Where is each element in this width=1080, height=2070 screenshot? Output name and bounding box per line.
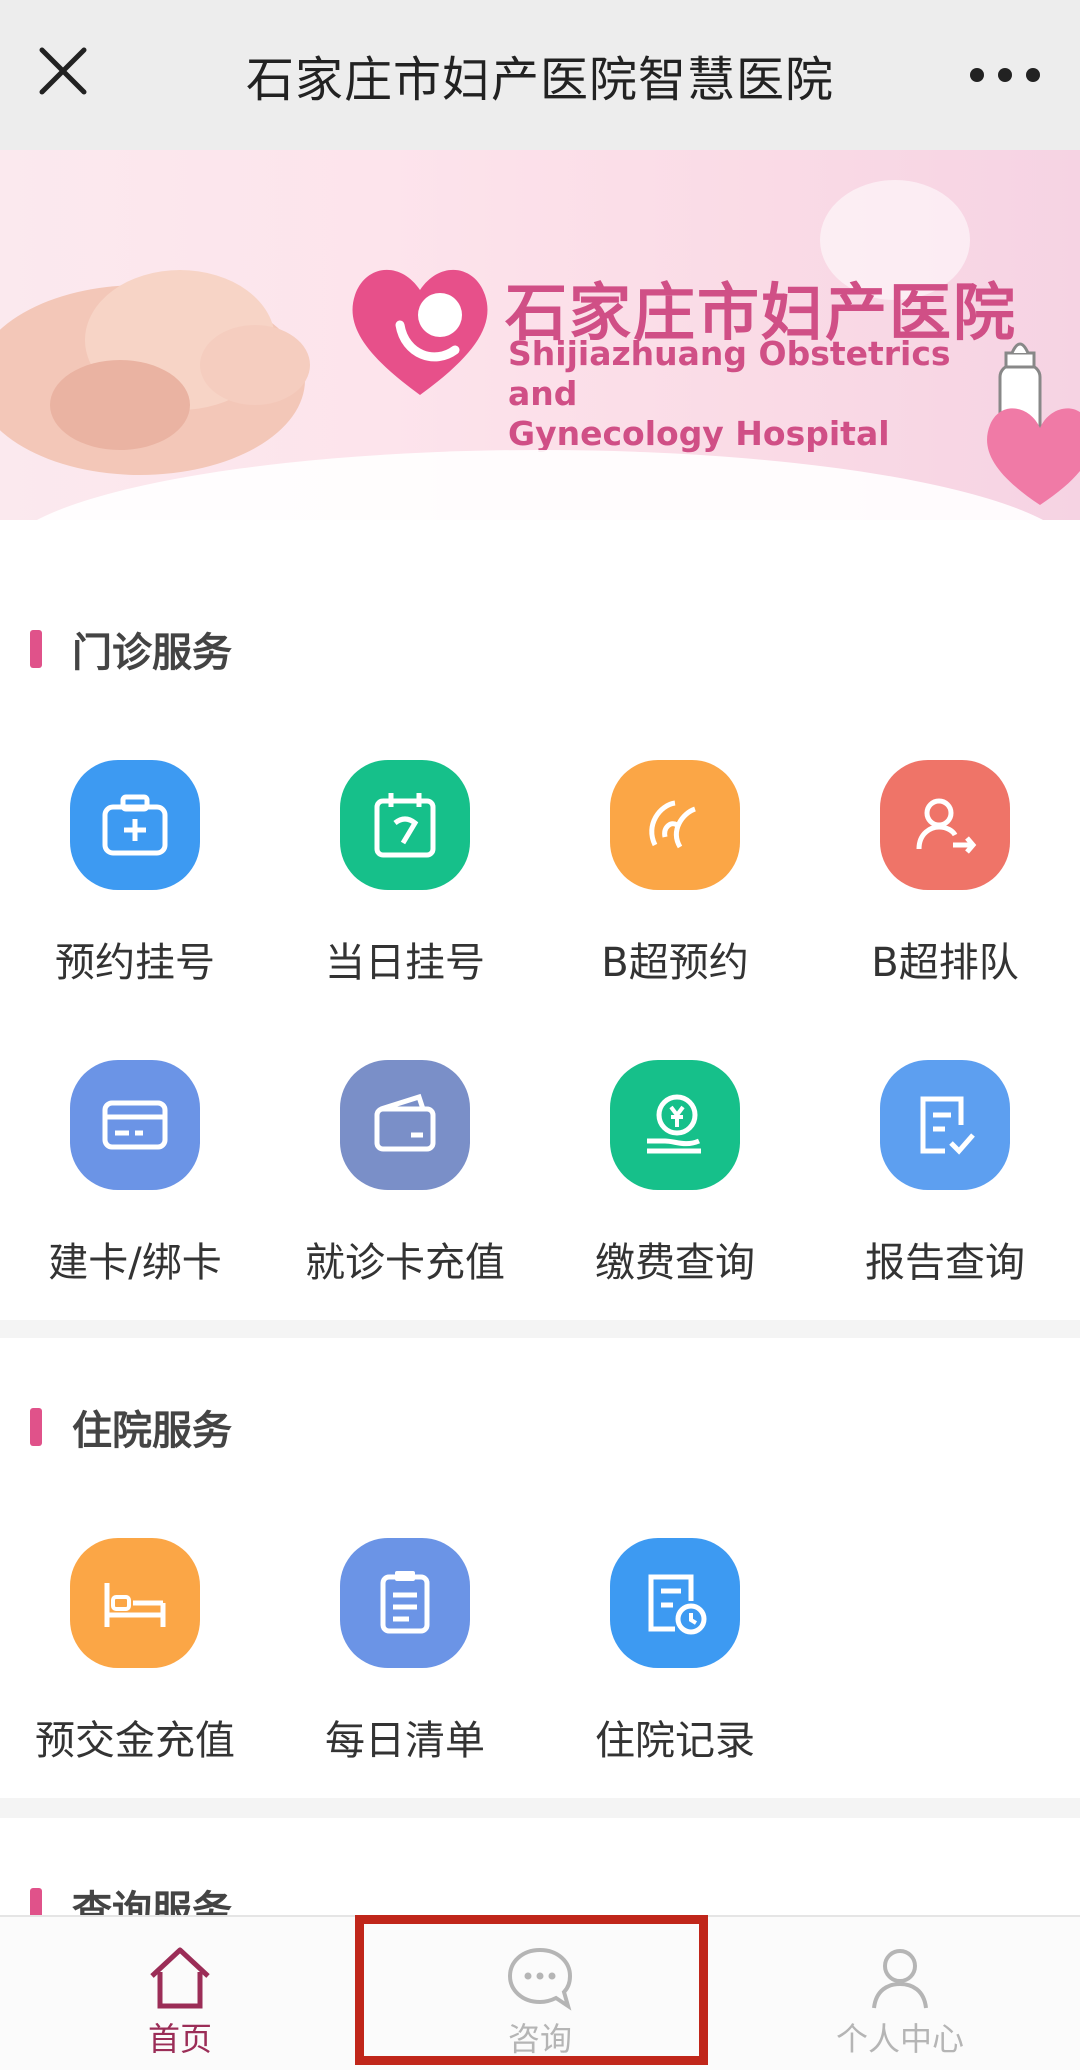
item-label: 每日清单	[325, 1718, 485, 1764]
payment-query-button[interactable]: 缴费查询	[540, 1060, 810, 1288]
record-icon	[610, 1538, 740, 1668]
daily-list-button[interactable]: 每日清单	[270, 1538, 540, 1766]
ultrasound-appointment-button[interactable]: B超预约	[540, 760, 810, 988]
section-title-text: 住院服务	[72, 1408, 232, 1454]
report-icon	[880, 1060, 1010, 1190]
card-icon	[70, 1060, 200, 1190]
hospital-logo-icon	[352, 269, 488, 395]
item-label: 住院记录	[595, 1718, 755, 1764]
section-title-outpatient: 门诊服务	[30, 620, 232, 678]
deposit-recharge-button[interactable]: 预交金充值	[0, 1538, 270, 1766]
calendar-icon	[340, 760, 470, 890]
section-title-text: 门诊服务	[72, 630, 232, 676]
inpatient-services-card: 住院服务 预交金充值 每日清单 住院记录	[0, 1338, 1080, 1798]
report-query-button[interactable]: 报告查询	[810, 1060, 1080, 1288]
item-label: B超预约	[601, 940, 749, 986]
tab-profile[interactable]: 个人中心	[720, 1917, 1080, 2070]
outpatient-services-card: 门诊服务 预约挂号 当日挂号 B超预约 B超排队 建卡/绑卡 就诊卡充值 缴费查…	[0, 520, 1080, 1320]
item-label: 建卡/绑卡	[48, 1240, 222, 1286]
item-label: 就诊卡充值	[305, 1240, 505, 1286]
hospital-name-en: Shijiazhuang Obstetrics and Gynecology H…	[508, 334, 1028, 454]
medical-kit-icon	[70, 760, 200, 890]
item-label: 缴费查询	[595, 1240, 755, 1286]
bed-icon	[70, 1538, 200, 1668]
section-title-inpatient: 住院服务	[30, 1398, 232, 1456]
hospital-name-en-line1: Shijiazhuang Obstetrics and	[508, 334, 951, 413]
hospitalization-record-button[interactable]: 住院记录	[540, 1538, 810, 1766]
same-day-registration-button[interactable]: 当日挂号	[270, 760, 540, 988]
wallet-icon	[340, 1060, 470, 1190]
top-navigation-bar: 石家庄市妇产医院智慧医院	[0, 0, 1080, 150]
clipboard-icon	[340, 1538, 470, 1668]
more-options-icon[interactable]	[970, 60, 1040, 90]
item-label: 预交金充值	[35, 1718, 235, 1764]
section-marker	[30, 1408, 42, 1446]
tab-home-label: 首页	[147, 2020, 212, 2058]
ultrasound-icon	[610, 760, 740, 890]
chat-bubble-icon	[507, 1947, 573, 2011]
tab-consult[interactable]: 咨询	[360, 1917, 720, 2070]
tab-consult-label: 咨询	[507, 2020, 572, 2058]
close-icon[interactable]	[32, 40, 94, 102]
hospital-banner[interactable]: 石家庄市妇产医院 Shijiazhuang Obstetrics and Gyn…	[0, 150, 1080, 520]
appointment-registration-button[interactable]: 预约挂号	[0, 760, 270, 988]
hospital-name-en-line2: Gynecology Hospital	[508, 414, 890, 453]
queue-icon	[880, 760, 1010, 890]
user-icon	[872, 1949, 928, 2009]
payment-icon	[610, 1060, 740, 1190]
bottom-tab-bar: 首页 咨询 个人中心	[0, 1915, 1080, 2070]
ultrasound-queue-button[interactable]: B超排队	[810, 760, 1080, 988]
section-marker	[30, 630, 42, 668]
heart-decoration	[987, 408, 1080, 505]
home-icon	[150, 1947, 210, 2009]
create-bind-card-button[interactable]: 建卡/绑卡	[0, 1060, 270, 1288]
item-label: 报告查询	[865, 1240, 1025, 1286]
item-label: B超排队	[871, 940, 1019, 986]
item-label: 当日挂号	[325, 940, 485, 986]
page-title: 石家庄市妇产医院智慧医院	[245, 52, 834, 108]
tab-profile-label: 个人中心	[835, 2020, 964, 2058]
card-recharge-button[interactable]: 就诊卡充值	[270, 1060, 540, 1288]
tab-home[interactable]: 首页	[0, 1917, 360, 2070]
item-label: 预约挂号	[55, 940, 215, 986]
